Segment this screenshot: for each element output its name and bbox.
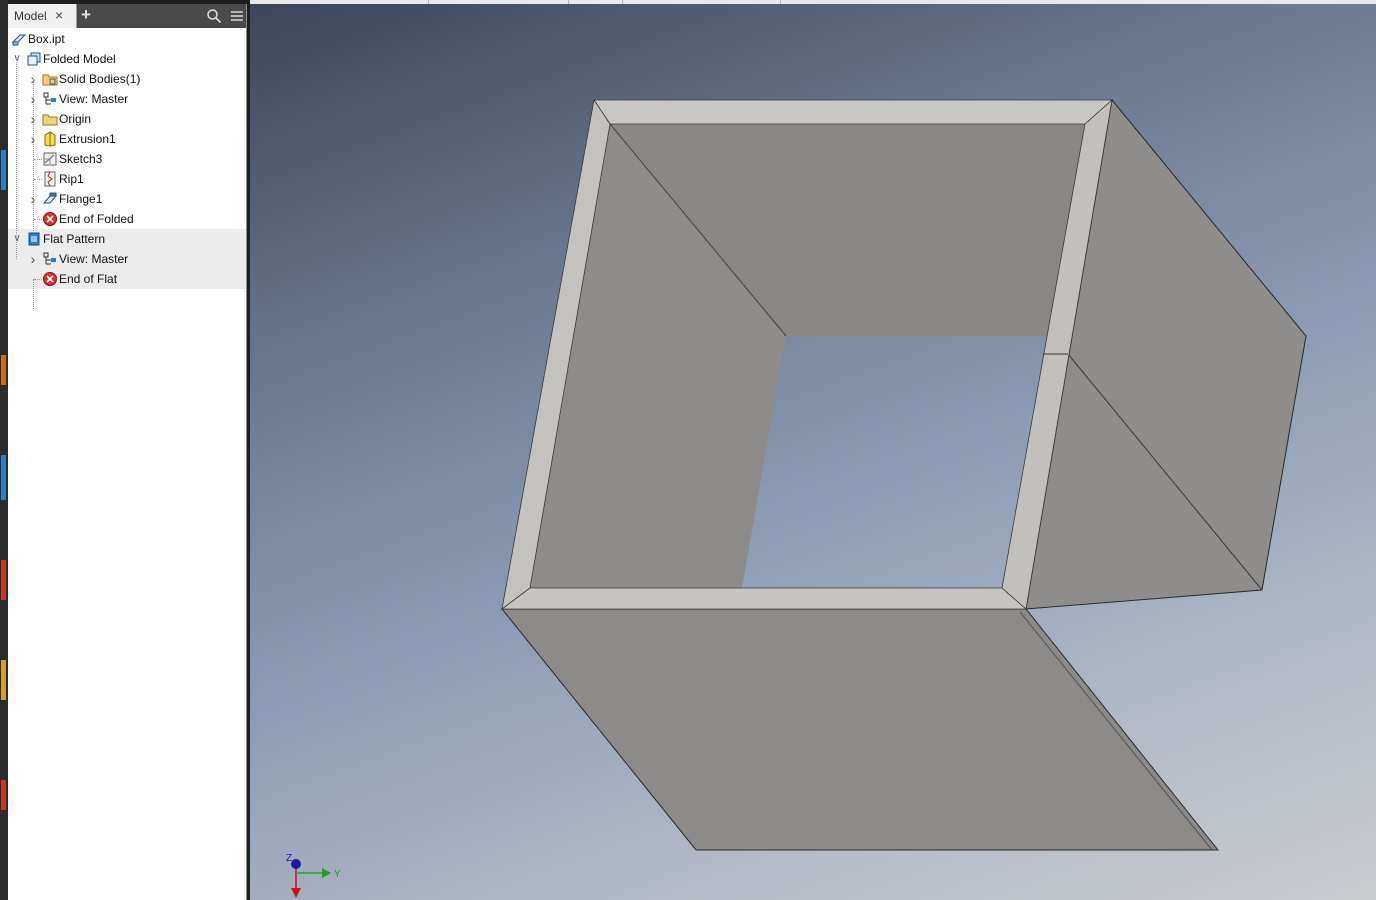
y-axis-arrow-icon <box>322 868 331 878</box>
view-rep-icon <box>43 252 56 265</box>
chevron-down-icon[interactable]: ∨ <box>12 49 22 69</box>
end-of-part-icon <box>43 212 57 226</box>
tree-node[interactable]: › View: Master <box>8 249 246 269</box>
chevron-down-icon[interactable]: ∨ <box>12 229 22 249</box>
axis-triad: Z Y <box>286 853 341 898</box>
tree-node-label: Extrusion1 <box>59 132 116 146</box>
tree-node-label: Flange1 <box>59 192 103 206</box>
tree-node-label: Solid Bodies(1) <box>59 72 141 86</box>
tree-node-label: End of Folded <box>59 212 134 226</box>
tree-node-label: Sketch3 <box>59 152 103 166</box>
tree-node-label: Rip1 <box>59 172 84 186</box>
window-edge-strip <box>0 0 8 900</box>
tree-node-label: View: Master <box>59 92 129 106</box>
tree-node[interactable]: End of Flat <box>8 269 246 289</box>
folded-model-icon <box>27 52 41 66</box>
tree-node[interactable]: ∨ Flat Pattern <box>8 229 246 249</box>
part-icon <box>11 34 27 46</box>
search-icon[interactable] <box>206 8 222 24</box>
menu-icon[interactable] <box>229 8 245 24</box>
add-tab-icon[interactable]: + <box>81 5 91 25</box>
tree-node[interactable]: Sketch3 <box>8 149 246 169</box>
tree-connector <box>34 219 42 220</box>
flat-pattern-icon <box>28 232 40 246</box>
flange-icon <box>42 192 58 204</box>
tree-node-label: Folded Model <box>43 52 116 66</box>
tree-node[interactable]: End of Folded <box>8 209 246 229</box>
view-rep-icon <box>43 92 56 105</box>
solid-bodies-folder-icon <box>42 74 58 86</box>
z-axis-label: Z <box>286 853 292 864</box>
box-model-view[interactable] <box>250 4 1376 900</box>
tree-connector <box>16 59 17 259</box>
rip-icon <box>44 171 56 187</box>
tab-model-label: Model <box>14 9 47 23</box>
chevron-right-icon[interactable]: › <box>28 249 38 269</box>
y-axis-label: Y <box>334 869 341 880</box>
tree-node[interactable]: › Flange1 <box>8 189 246 209</box>
tab-model[interactable]: Model × <box>8 4 77 28</box>
tree-node[interactable]: › Origin <box>8 109 246 129</box>
model-tree: Box.ipt ∨ Folded Model › Solid Bodies(1) › Vie… <box>8 29 246 309</box>
x-axis-arrow-icon <box>291 888 301 898</box>
tree-connector <box>34 279 42 280</box>
tree-node[interactable]: › Solid Bodies(1) <box>8 69 246 89</box>
tree-node[interactable]: Rip1 <box>8 169 246 189</box>
tree-node-label: View: Master <box>59 252 129 266</box>
extrusion-icon <box>44 131 56 147</box>
end-of-part-icon <box>43 272 57 286</box>
tree-connector <box>34 159 42 160</box>
z-axis-dot-icon <box>291 859 301 869</box>
tree-connector <box>34 179 42 180</box>
tree-node[interactable]: › Extrusion1 <box>8 129 246 149</box>
tree-node-label: Origin <box>59 112 92 126</box>
close-icon[interactable]: × <box>55 8 63 22</box>
tree-connector <box>33 79 34 239</box>
tree-node[interactable]: Box.ipt <box>8 29 246 49</box>
sketch-icon <box>43 152 57 166</box>
graphics-viewport[interactable] <box>250 4 1376 900</box>
tree-connector <box>33 279 34 309</box>
tree-node-label: Flat Pattern <box>43 232 106 246</box>
tree-node[interactable]: › View: Master <box>8 89 246 109</box>
tree-node[interactable]: ∨ Folded Model <box>8 49 246 69</box>
model-browser: Model × + Box.ipt ∨ Folded Model › Solid Bod… <box>8 4 247 900</box>
folder-icon <box>42 114 58 126</box>
tree-node-label: End of Flat <box>59 272 118 286</box>
tree-node-label: Box.ipt <box>28 32 65 46</box>
browser-tab-bar: Model × + <box>8 4 246 28</box>
